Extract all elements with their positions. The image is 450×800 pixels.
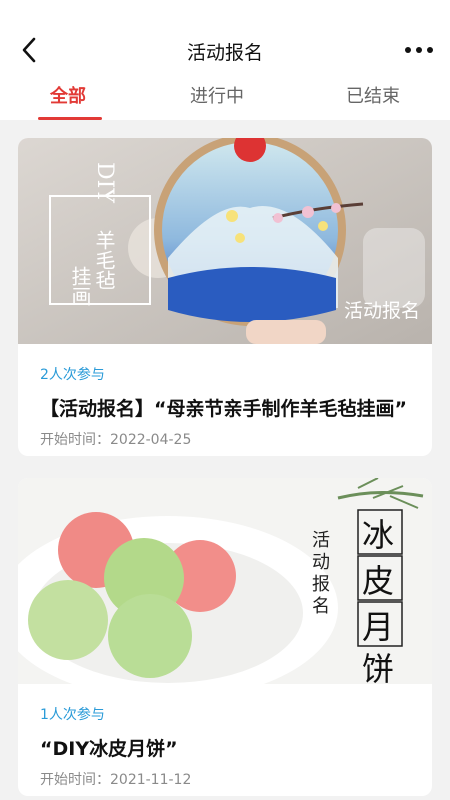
activity-card[interactable]: DIY 羊毛毡 挂画 活动报名 2人次参与 【活动报名】“母亲节亲手制作羊毛毡挂…	[18, 138, 432, 456]
image-tag: 活动报名	[343, 300, 420, 322]
image-big-char: 皮	[362, 562, 395, 600]
tab-ended[interactable]: 已结束	[346, 82, 400, 108]
activity-image: 活动报名 冰 皮 月 饼	[18, 478, 432, 684]
page-title: 活动报名	[186, 42, 263, 64]
image-big-char: 月	[362, 608, 395, 646]
image-big-char: 饼	[362, 650, 395, 684]
image-big-char: 冰	[362, 516, 395, 554]
start-time-row: 开始时间：2021-11-12	[40, 769, 410, 789]
participants-count: 2人次参与	[40, 367, 105, 383]
start-time-label: 开始时间：	[40, 772, 110, 788]
start-time-label: 开始时间：	[40, 432, 110, 448]
image-vertical-text: 活动报名	[309, 530, 330, 618]
start-time-value: 2022-04-25	[110, 432, 192, 448]
tab-bar: 全部 进行中 已结束	[0, 80, 450, 120]
top-header: 活动报名 全部 进行中 已结束	[0, 0, 450, 120]
activity-image: DIY 羊毛毡 挂画 活动报名	[18, 138, 432, 344]
activity-card[interactable]: 活动报名 冰 皮 月 饼 1人次参与 “DIY冰皮月饼” 开始时间：2021-1…	[18, 478, 432, 796]
tab-all[interactable]: 全部	[50, 82, 86, 108]
tab-ongoing[interactable]: 进行中	[190, 82, 244, 108]
active-tab-indicator	[38, 117, 102, 120]
start-time-value: 2021-11-12	[110, 772, 192, 788]
activity-title[interactable]: “DIY冰皮月饼”	[40, 734, 410, 761]
image-vertical-text: DIY	[92, 162, 117, 203]
more-horizontal-icon	[405, 47, 433, 53]
image-vertical-text: 挂画	[68, 266, 92, 306]
start-time-row: 开始时间：2022-04-25	[40, 429, 410, 449]
participants-count: 1人次参与	[40, 707, 105, 723]
more-button[interactable]	[402, 36, 436, 64]
activity-title[interactable]: 【活动报名】“母亲节亲手制作羊毛毡挂画”	[40, 394, 410, 421]
